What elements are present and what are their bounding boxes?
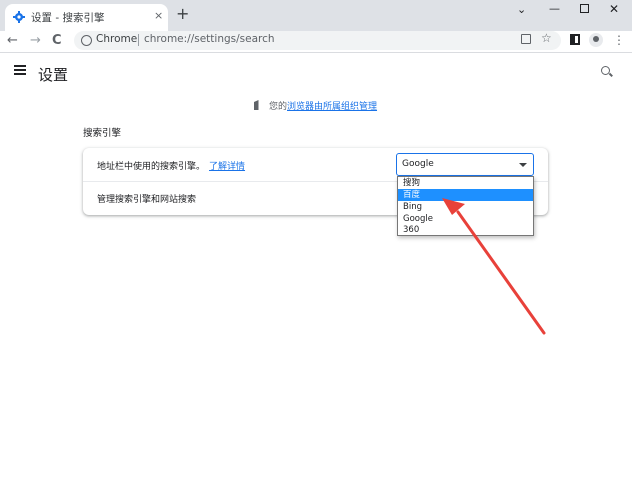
annotation-arrow xyxy=(442,198,546,335)
